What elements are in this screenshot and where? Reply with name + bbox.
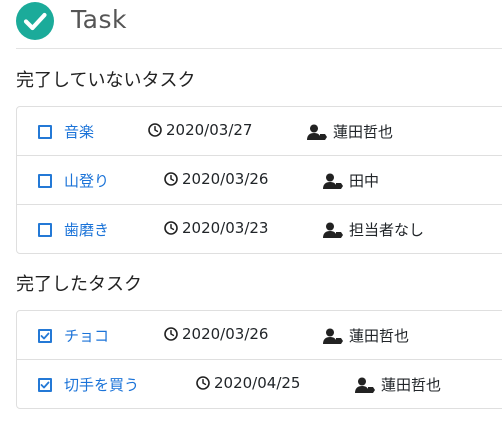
task-assignee-text: 蓮田哲也: [349, 327, 410, 345]
task-date: 2020/03/23: [164, 219, 268, 237]
task-assignee: 蓮田哲也: [307, 121, 393, 142]
check-circle-logo-icon: [16, 2, 54, 40]
task-date-text: 2020/03/26: [182, 325, 269, 343]
task-date: 2020/03/27: [148, 121, 252, 139]
clock-icon: [196, 376, 210, 390]
task-date: 2020/03/26: [164, 325, 268, 343]
task-date-text: 2020/04/25: [214, 374, 301, 392]
clock-icon: [164, 221, 178, 235]
task-checkbox[interactable]: [38, 125, 52, 139]
incomplete-section-title: 完了していないタスク: [16, 70, 196, 91]
task-date-text: 2020/03/27: [166, 121, 253, 139]
task-link[interactable]: 歯磨き: [64, 219, 109, 240]
task-link[interactable]: 切手を買う: [64, 374, 139, 395]
user-tag-icon: [323, 222, 343, 238]
task-row: 山登り 2020/03/26 田中: [17, 156, 502, 205]
task-link[interactable]: 音楽: [64, 121, 94, 142]
task-assignee-text: 蓮田哲也: [333, 123, 394, 141]
app-title: Task: [71, 5, 127, 34]
task-checkbox[interactable]: [38, 223, 52, 237]
task-checkbox-checked[interactable]: [38, 329, 52, 343]
task-assignee: 蓮田哲也: [323, 325, 409, 346]
task-date: 2020/03/26: [164, 170, 268, 188]
task-row: 歯磨き 2020/03/23 担当者なし: [17, 205, 502, 254]
task-assignee: 担当者なし: [323, 219, 424, 240]
task-assignee: 蓮田哲也: [355, 374, 441, 395]
task-assignee-text: 担当者なし: [349, 221, 425, 239]
clock-icon: [164, 172, 178, 186]
incomplete-task-list: 音楽 2020/03/27 蓮田哲也 山登り 2020/03/26 田中 歯磨き…: [16, 106, 502, 254]
user-tag-icon: [323, 328, 343, 344]
clock-icon: [148, 123, 162, 137]
task-date-text: 2020/03/23: [182, 219, 269, 237]
complete-task-list: チョコ 2020/03/26 蓮田哲也 切手を買う 2020/04/25 蓮田哲…: [16, 310, 502, 409]
task-date-text: 2020/03/26: [182, 170, 269, 188]
task-row: 切手を買う 2020/04/25 蓮田哲也: [17, 360, 502, 409]
task-checkbox[interactable]: [38, 174, 52, 188]
task-date: 2020/04/25: [196, 374, 300, 392]
user-tag-icon: [355, 377, 375, 393]
header-divider: [16, 48, 502, 49]
task-assignee-text: 田中: [349, 172, 380, 190]
complete-section-title: 完了したタスク: [16, 274, 142, 295]
checkmark-icon: [40, 381, 50, 389]
checkmark-icon: [40, 332, 50, 340]
clock-icon: [164, 327, 178, 341]
user-tag-icon: [307, 124, 327, 140]
app-header: Task: [16, 0, 502, 48]
task-link[interactable]: チョコ: [64, 325, 109, 346]
user-tag-icon: [323, 173, 343, 189]
task-row: 音楽 2020/03/27 蓮田哲也: [17, 107, 502, 156]
task-link[interactable]: 山登り: [64, 170, 109, 191]
task-assignee-text: 蓮田哲也: [381, 376, 442, 394]
task-row: チョコ 2020/03/26 蓮田哲也: [17, 311, 502, 360]
task-assignee: 田中: [323, 170, 379, 191]
task-checkbox-checked[interactable]: [38, 378, 52, 392]
